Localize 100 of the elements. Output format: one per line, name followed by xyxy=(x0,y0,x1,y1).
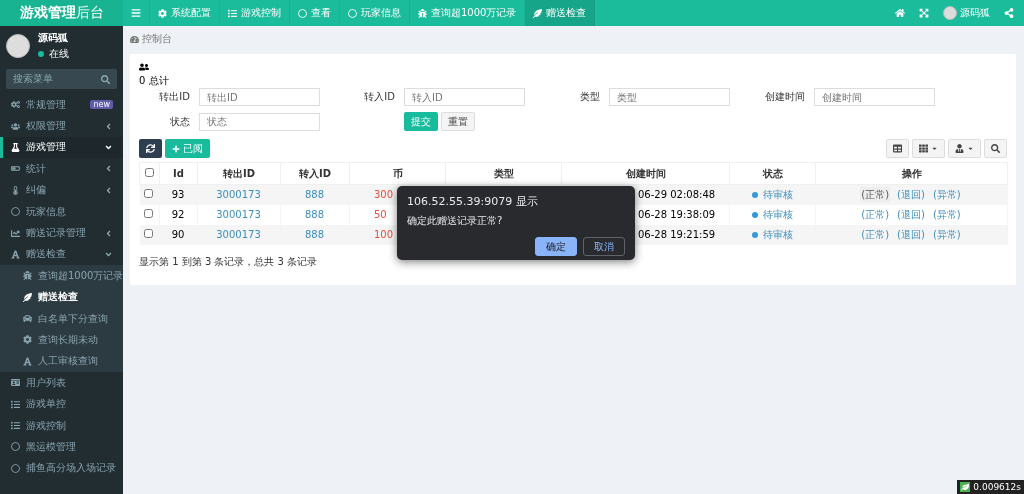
user-status: 在线 xyxy=(49,47,69,61)
font-icon xyxy=(11,249,20,259)
field-label: 类型 xyxy=(579,90,601,104)
action-link[interactable]: (异常) xyxy=(931,206,962,222)
action-link[interactable]: (退回) xyxy=(896,206,926,222)
nav-tab[interactable]: 查看 xyxy=(290,0,340,26)
action-link[interactable]: (正常) xyxy=(860,186,891,202)
sidebar-item[interactable]: 玩家信息 xyxy=(0,200,123,223)
reset-button[interactable]: 重置 xyxy=(441,112,475,131)
user-id-link[interactable]: 3000173 xyxy=(216,189,261,201)
coin-amount: 300 xyxy=(374,189,394,201)
sidebar-item[interactable]: 赠送记录管理 xyxy=(0,222,123,244)
sidebar-item[interactable]: 游戏管理 xyxy=(0,136,123,159)
column-header[interactable]: 转出ID xyxy=(197,162,281,185)
read-button[interactable]: 已阅 xyxy=(165,139,210,158)
user-id-link[interactable]: 3000173 xyxy=(216,209,261,220)
search-icon xyxy=(991,144,1000,153)
sidebar-subitem[interactable]: 查询长期未动 xyxy=(0,329,123,351)
breadcrumb[interactable]: 控制台 xyxy=(142,32,172,46)
thermometer-icon xyxy=(11,185,20,195)
column-header[interactable]: 类型 xyxy=(445,162,562,185)
bug-icon xyxy=(418,8,427,18)
action-link[interactable]: (正常) xyxy=(860,226,891,242)
nav-tab[interactable]: 系统配置 xyxy=(150,0,220,26)
user-id-link[interactable]: 888 xyxy=(304,229,325,240)
list-icon xyxy=(228,8,237,18)
nav-tab[interactable]: 游戏控制 xyxy=(220,0,290,26)
refresh-button[interactable] xyxy=(139,139,162,158)
cancel-button[interactable]: 取消 xyxy=(583,237,625,256)
filter-input[interactable]: 状态 xyxy=(199,112,320,131)
confirm-button[interactable]: 确定 xyxy=(535,237,577,256)
field-label: 状态 xyxy=(169,114,191,129)
feather-icon xyxy=(533,8,543,18)
column-header[interactable]: 状态 xyxy=(729,162,816,185)
nav-tab[interactable]: 赠送检查 xyxy=(525,0,596,26)
home-icon[interactable] xyxy=(895,8,905,18)
select-all-checkbox[interactable] xyxy=(145,168,154,177)
row-checkbox[interactable] xyxy=(144,189,154,199)
gear-icon xyxy=(158,8,167,18)
chevron-left-icon xyxy=(104,164,113,174)
action-link[interactable]: (退回) xyxy=(896,226,926,242)
search-button[interactable] xyxy=(984,139,1007,158)
nav-tab[interactable]: 玩家信息 xyxy=(340,0,410,26)
field-label: 转入ID xyxy=(363,90,396,104)
dashboard-icon xyxy=(130,34,139,44)
search-icon[interactable] xyxy=(101,74,110,84)
share-icon[interactable] xyxy=(1004,8,1014,18)
filter-input[interactable]: 转入ID xyxy=(404,88,525,106)
battery-icon xyxy=(11,164,20,174)
bug-icon xyxy=(23,271,32,281)
sidebar-subitem[interactable]: 白名单下分查询 xyxy=(0,307,123,330)
caret-icon xyxy=(967,145,974,152)
export-button[interactable] xyxy=(948,139,981,158)
brand-title: 游戏管理后台 xyxy=(0,0,123,26)
filter-input[interactable]: 类型 xyxy=(609,88,730,106)
new-badge: new xyxy=(90,100,113,110)
status-label: 待审核 xyxy=(762,227,793,242)
gears-icon xyxy=(11,100,20,110)
sidebar-item[interactable]: 游戏控制 xyxy=(0,414,123,437)
sidebar-item[interactable]: 黑运模管理 xyxy=(0,436,123,458)
sidebar-item[interactable]: 捕鱼高分场入场记录 xyxy=(0,457,123,480)
action-link[interactable]: (退回) xyxy=(896,186,926,202)
action-link[interactable]: (异常) xyxy=(931,186,962,202)
user-id-link[interactable]: 888 xyxy=(304,189,325,201)
column-header[interactable]: 币 xyxy=(349,162,446,185)
fullscreen-icon[interactable] xyxy=(919,8,929,18)
columns-button[interactable] xyxy=(912,139,945,158)
list-icon xyxy=(11,421,20,431)
column-header[interactable]: Id xyxy=(159,162,198,185)
sidebar-subitem[interactable]: 查询超1000万记录 xyxy=(0,265,123,287)
grid-icon xyxy=(919,144,928,153)
sidebar-item[interactable]: 常规管理 new xyxy=(0,94,123,116)
user-id-link[interactable]: 3000173 xyxy=(216,229,261,240)
row-checkbox[interactable] xyxy=(144,229,154,238)
users-icon xyxy=(139,62,149,72)
sidebar-item[interactable]: 用户列表 xyxy=(0,372,123,394)
column-header[interactable]: 创建时间 xyxy=(561,162,730,185)
row-checkbox[interactable] xyxy=(144,209,154,218)
filter-input[interactable]: 创建时间 xyxy=(814,88,935,106)
filter-input[interactable]: 转出ID xyxy=(199,88,320,106)
action-link[interactable]: (异常) xyxy=(931,226,962,242)
search-field[interactable]: 搜索菜单 xyxy=(6,69,117,89)
user-name[interactable]: 源码狐 xyxy=(960,6,990,20)
action-link[interactable]: (正常) xyxy=(860,206,891,222)
submit-button[interactable]: 提交 xyxy=(404,112,438,131)
sidebar-item[interactable]: 纠偏 xyxy=(0,179,123,201)
sidebar-item[interactable]: 统计 xyxy=(0,158,123,180)
sidebar-item[interactable]: 赠送检查 xyxy=(0,243,123,266)
pagination-info: 显示第 1 到第 3 条记录，总共 3 条记录 xyxy=(139,254,319,269)
coin-amount: 100 xyxy=(374,229,394,240)
sidebar-subitem[interactable]: 人工审核查询 xyxy=(0,350,123,373)
sidebar-item[interactable]: 游戏单控 xyxy=(0,393,123,415)
plus-icon xyxy=(172,144,180,153)
sidebar-item[interactable]: 权限管理 xyxy=(0,115,123,137)
list-icon xyxy=(11,399,20,409)
sidebar-subitem[interactable]: 赠送检查 xyxy=(0,286,123,308)
table-view-button[interactable] xyxy=(886,139,909,158)
column-header[interactable]: 转入ID xyxy=(280,162,350,185)
column-header[interactable]: 操作 xyxy=(815,162,1008,185)
user-id-link[interactable]: 888 xyxy=(304,209,325,220)
